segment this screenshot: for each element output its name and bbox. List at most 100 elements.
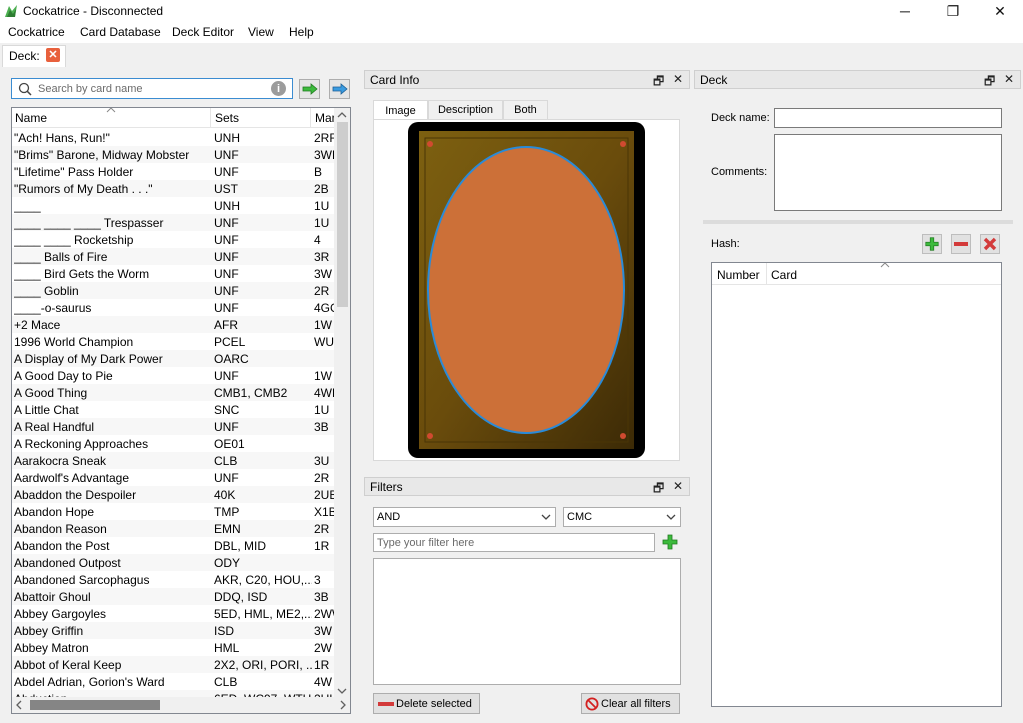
table-row[interactable]: Abbey Griffin ISD 3W — [12, 622, 335, 639]
menu-deck-editor[interactable]: Deck Editor — [172, 25, 234, 39]
table-row[interactable]: A Real Handful UNF 3B — [12, 418, 335, 435]
card-mana-cell: 3W — [314, 624, 332, 638]
table-row[interactable]: Abandoned Sarcophagus AKR, C20, HOU,... 3 — [12, 571, 335, 588]
table-row[interactable]: A Reckoning Approaches OE01 — [12, 435, 335, 452]
minimize-button[interactable]: ─ — [888, 0, 922, 22]
card-sets-cell: OE01 — [214, 437, 245, 451]
table-row[interactable]: "Rumors of My Death . . ." UST 2B — [12, 180, 335, 197]
table-row[interactable]: Abbot of Keral Keep 2X2, ORI, PORI, ... 1R — [12, 656, 335, 673]
tab-image[interactable]: Image — [373, 100, 428, 121]
card-name-cell: A Display of My Dark Power — [14, 352, 163, 366]
table-row[interactable]: "Lifetime" Pass Holder UNF B — [12, 163, 335, 180]
add-filter-plus-icon[interactable] — [661, 533, 679, 551]
vertical-scroll-thumb[interactable] — [337, 122, 348, 307]
dock-close-icon[interactable]: ✕ — [673, 72, 683, 86]
card-sets-cell: UNF — [214, 369, 239, 383]
scroll-left-icon[interactable] — [16, 700, 22, 710]
table-row[interactable]: Aarakocra Sneak CLB 3U — [12, 452, 335, 469]
filter-logic-select[interactable]: AND — [373, 507, 556, 527]
card-name-cell: "Brims" Barone, Midway Mobster — [14, 148, 190, 162]
table-row[interactable]: Abandon the Post DBL, MID 1R — [12, 537, 335, 554]
add-to-main-deck-button[interactable] — [299, 79, 320, 99]
remove-card-button[interactable] — [980, 234, 1000, 254]
deck-list-table[interactable]: Number Card — [711, 262, 1002, 707]
sort-ascending-icon — [880, 262, 890, 268]
remove-x-red-icon — [983, 237, 997, 251]
menu-help[interactable]: Help — [289, 25, 314, 39]
undock-icon[interactable]: 🗗 — [653, 479, 664, 500]
table-row[interactable]: A Little Chat SNC 1U — [12, 401, 335, 418]
deck-dock-title: Deck 🗗 ✕ — [694, 70, 1021, 89]
table-row[interactable]: +2 Mace AFR 1W — [12, 316, 335, 333]
window-title: Cockatrice - Disconnected — [23, 4, 164, 18]
table-row[interactable]: Abbey Gargoyles 5ED, HML, ME2,...2WW — [12, 605, 335, 622]
menu-card-database[interactable]: Card Database — [80, 25, 161, 39]
table-row[interactable]: Abandon Reason EMN 2R — [12, 520, 335, 537]
comments-textarea[interactable] — [774, 134, 1002, 211]
info-icon[interactable]: i — [271, 81, 286, 96]
card-mana-cell: 1U — [314, 199, 330, 213]
delete-selected-button[interactable]: Delete selected — [373, 693, 480, 714]
table-row[interactable]: ____ Goblin UNF 2R — [12, 282, 335, 299]
menu-view[interactable]: View — [248, 25, 274, 39]
dock-close-icon[interactable]: ✕ — [1004, 72, 1014, 86]
scroll-up-icon[interactable] — [337, 112, 347, 118]
dock-close-icon[interactable]: ✕ — [673, 479, 683, 493]
column-divider — [766, 263, 767, 285]
table-row[interactable]: ____ ____ Rocketship UNF 4 — [12, 231, 335, 248]
column-header-number[interactable]: Number — [717, 268, 760, 282]
search-input[interactable] — [38, 81, 266, 97]
deck-name-input[interactable] — [774, 108, 1002, 128]
filter-tree[interactable] — [373, 558, 681, 685]
add-to-sideboard-button[interactable] — [329, 79, 350, 99]
tab-close-icon[interactable]: ✕ — [46, 48, 60, 62]
increment-card-button[interactable] — [922, 234, 942, 254]
table-row[interactable]: A Good Thing CMB1, CMB2 4WB — [12, 384, 335, 401]
horizontal-scrollbar[interactable] — [12, 697, 350, 713]
clear-all-filters-button[interactable]: Clear all filters — [581, 693, 680, 714]
table-row[interactable]: ____ ____ ____ Trespasser UNF 1U — [12, 214, 335, 231]
vertical-scrollbar[interactable] — [334, 108, 350, 698]
table-row[interactable]: ____ UNH 1U — [12, 197, 335, 214]
maximize-button[interactable]: ❐ — [936, 0, 970, 22]
table-row[interactable]: ____ Balls of Fire UNF 3R — [12, 248, 335, 265]
table-row[interactable]: A Display of My Dark Power OARC — [12, 350, 335, 367]
minus-red-icon — [378, 701, 394, 706]
window-close-button[interactable]: ✕ — [983, 0, 1017, 22]
decrement-card-button[interactable] — [951, 234, 971, 254]
scroll-right-icon[interactable] — [340, 700, 346, 710]
table-row[interactable]: Abandon Hope TMP X1B — [12, 503, 335, 520]
column-header-sets[interactable]: Sets — [215, 111, 239, 125]
clear-all-filters-label: Clear all filters — [601, 697, 671, 710]
table-row[interactable]: "Brims" Barone, Midway Mobster UNF 3WB — [12, 146, 335, 163]
table-row[interactable]: Abattoir Ghoul DDQ, ISD 3B — [12, 588, 335, 605]
search-box[interactable]: i — [11, 78, 293, 99]
card-mana-cell: 1U — [314, 216, 330, 230]
filter-text-input[interactable] — [373, 533, 655, 552]
table-row[interactable]: 1996 World Champion PCEL WU — [12, 333, 335, 350]
tab-both[interactable]: Both — [503, 100, 548, 120]
column-header-mana[interactable]: Mana — [315, 111, 335, 125]
scroll-down-icon[interactable] — [337, 688, 347, 694]
undock-icon[interactable]: 🗗 — [984, 72, 995, 93]
table-row[interactable]: ____ Bird Gets the Worm UNF 3W — [12, 265, 335, 282]
table-row[interactable]: "Ach! Hans, Run!" UNH 2RR — [12, 129, 335, 146]
horizontal-scroll-thumb[interactable] — [30, 700, 160, 710]
search-icon — [18, 82, 32, 96]
table-row[interactable]: A Good Day to Pie UNF 1W — [12, 367, 335, 384]
column-header-name[interactable]: Name — [15, 111, 47, 125]
table-row[interactable]: ____-o-saurus UNF 4GG — [12, 299, 335, 316]
table-row[interactable]: Aardwolf's Advantage UNF 2R — [12, 469, 335, 486]
card-mana-cell: 4W — [314, 675, 332, 689]
table-row[interactable]: Abaddon the Despoiler 40K 2UB — [12, 486, 335, 503]
splitter-handle[interactable] — [703, 220, 1013, 224]
card-sets-cell: OARC — [214, 352, 249, 366]
filter-attribute-select[interactable]: CMC — [563, 507, 681, 527]
column-header-card[interactable]: Card — [771, 268, 797, 282]
tab-description[interactable]: Description — [428, 100, 503, 120]
menu-cockatrice[interactable]: Cockatrice — [8, 25, 65, 39]
table-row[interactable]: Abdel Adrian, Gorion's Ward CLB 4W — [12, 673, 335, 690]
card-database-table[interactable]: Name Sets Mana "Ach! Hans, Run!"UNH2RR"B… — [11, 107, 351, 714]
table-row[interactable]: Abandoned Outpost ODY — [12, 554, 335, 571]
table-row[interactable]: Abbey Matron HML 2W — [12, 639, 335, 656]
